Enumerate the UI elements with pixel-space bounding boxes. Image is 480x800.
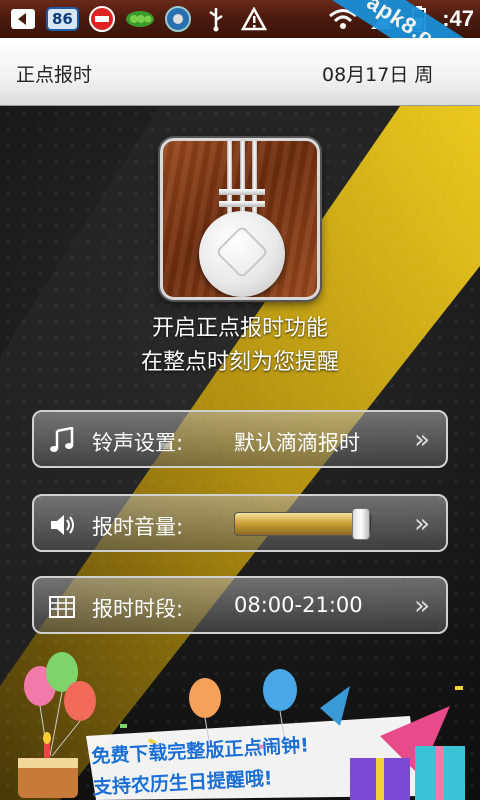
ringtone-label: 铃声设置: (92, 431, 184, 455)
volume-label: 报时音量: (92, 515, 184, 539)
volume-slider-fill (235, 513, 361, 535)
headline-line-2: 在整点时刻为您提醒 (140, 350, 339, 375)
ringtone-value: 默认滴滴报时 (234, 431, 360, 455)
volume-slider-knob[interactable] (351, 508, 370, 540)
notification-count-badge[interactable]: 86 (46, 7, 79, 31)
calendar-grid-icon (49, 596, 75, 618)
speaker-icon (51, 515, 74, 535)
balloon-orange (189, 678, 221, 718)
chevron-right-icon: » (414, 509, 430, 539)
time-range-label: 报时时段: (92, 597, 184, 621)
title-bar: 正点报时 08月17日 周 (0, 38, 480, 106)
usb-icon (201, 4, 231, 34)
pea-icon (125, 4, 155, 34)
chevron-right-icon: » (414, 591, 430, 621)
sync-icon (87, 4, 117, 34)
time-range-value: 08:00-21:00 (234, 593, 363, 617)
ringtone-setting-row[interactable]: 铃声设置: 默认滴滴报时 » (32, 410, 448, 468)
page-title: 正点报时 (16, 64, 93, 86)
warning-icon (239, 4, 269, 34)
back-icon[interactable] (8, 4, 38, 34)
clock-app-icon (160, 138, 320, 300)
balloon-blue (263, 669, 297, 711)
date-label: 08月17日 周 (322, 64, 434, 86)
time-range-setting-row[interactable]: 报时时段: 08:00-21:00 » (32, 576, 448, 634)
status-bar: 86 :47 apk8.com (0, 0, 480, 99)
pendulum-icon (199, 211, 285, 297)
headline: 开启正点报时功能 在整点时刻为您提醒 (0, 312, 480, 380)
volume-setting-row[interactable]: 报时音量: » (32, 494, 448, 552)
headline-line-1: 开启正点报时功能 (151, 316, 328, 341)
chevron-right-icon: » (414, 425, 430, 455)
settings-gear-icon (163, 4, 193, 34)
music-note-icon (50, 427, 74, 452)
balloon-red (64, 681, 96, 721)
main-area: 开启正点报时功能 在整点时刻为您提醒 铃声设置: 默认滴滴报时 » 报时音量: … (0, 106, 480, 800)
